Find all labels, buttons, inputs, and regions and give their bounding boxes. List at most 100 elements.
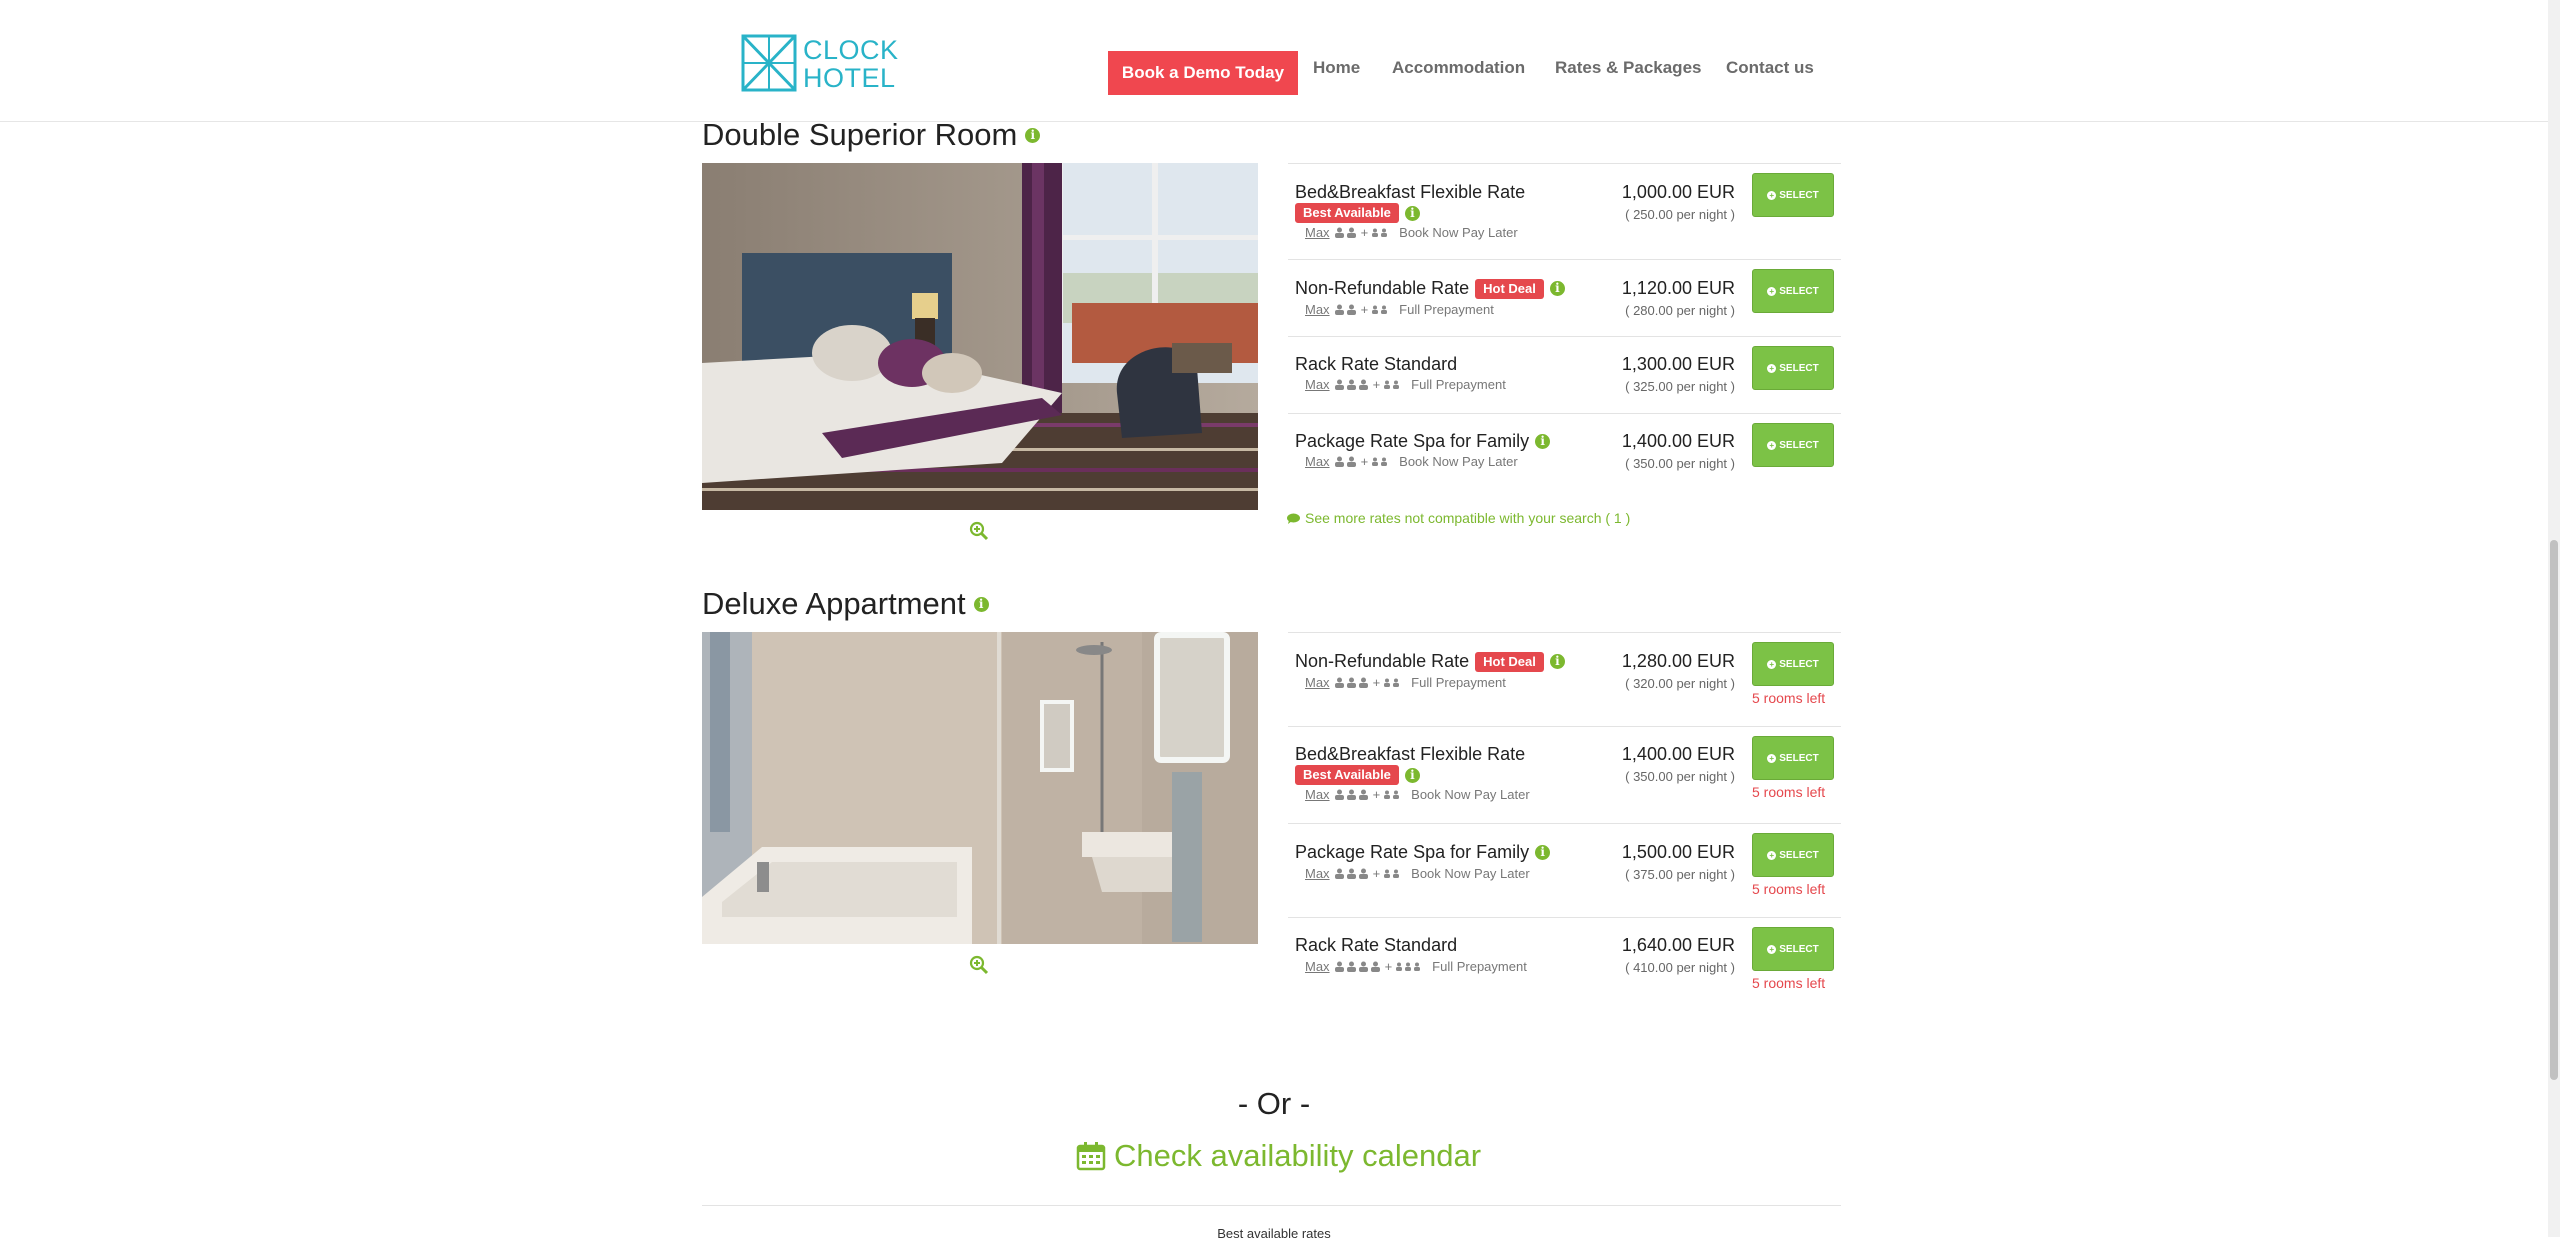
occupancy-info: Max + Book Now Pay Later <box>1305 866 1530 881</box>
total-price: 1,120.00 EUR <box>1621 278 1735 298</box>
rates-table-deluxe-appartment: Non-Refundable Rate Hot Deal i Max + Ful… <box>1288 632 1841 1011</box>
zoom-in-icon[interactable] <box>969 521 989 541</box>
plus-circle-icon: + <box>1767 363 1777 373</box>
rate-name: Package Rate Spa for Family i <box>1295 842 1551 863</box>
per-night-price: ( 350.00 per night ) <box>1625 456 1735 471</box>
child-icon <box>1384 380 1391 389</box>
room-photo-deluxe-appartment[interactable] <box>702 632 1258 944</box>
per-night-price: ( 375.00 per night ) <box>1625 867 1735 882</box>
adult-icon <box>1334 304 1344 315</box>
rate-name: Bed&Breakfast Flexible Rate <box>1295 744 1526 764</box>
select-rate-button[interactable]: + SELECT <box>1752 642 1834 686</box>
child-icon <box>1393 790 1400 799</box>
nav-contact[interactable]: Contact us <box>1726 58 1814 78</box>
adult-icon <box>1358 677 1368 688</box>
info-icon[interactable]: i <box>1549 654 1565 669</box>
adult-icon <box>1358 789 1368 800</box>
child-icon <box>1381 457 1388 466</box>
select-rate-button[interactable]: + SELECT <box>1752 173 1834 217</box>
rate-name: Non-Refundable Rate Hot Deal i <box>1295 278 1565 299</box>
child-icon <box>1381 228 1388 237</box>
room-title-double-superior: Double Superior Room i <box>702 117 1041 153</box>
adult-icon <box>1334 961 1344 972</box>
total-price: 1,400.00 EUR <box>1621 744 1735 764</box>
occupancy-info: Max + Full Prepayment <box>1305 377 1506 392</box>
calendar-icon <box>1076 1142 1106 1171</box>
adult-icon <box>1346 677 1356 688</box>
room-title-text: Double Superior Room <box>702 117 1018 152</box>
nav-home[interactable]: Home <box>1313 58 1360 78</box>
select-rate-button[interactable]: + SELECT <box>1752 423 1834 467</box>
plus-circle-icon: + <box>1767 944 1777 954</box>
plus-circle-icon: + <box>1767 440 1777 450</box>
clock-logo-icon <box>741 34 797 92</box>
per-night-price: ( 280.00 per night ) <box>1625 303 1735 318</box>
select-rate-button[interactable]: + SELECT <box>1752 269 1834 313</box>
per-night-price: ( 320.00 per night ) <box>1625 676 1735 691</box>
info-icon[interactable]: i <box>1535 845 1551 860</box>
total-price: 1,280.00 EUR <box>1621 651 1735 671</box>
hotel-logo[interactable]: CLOCK HOTEL <box>741 34 898 94</box>
adult-icon <box>1370 961 1380 972</box>
adult-icon <box>1334 456 1344 467</box>
info-icon[interactable]: i <box>1549 281 1565 296</box>
nav-accommodation[interactable]: Accommodation <box>1392 58 1525 78</box>
select-rate-button[interactable]: + SELECT <box>1752 927 1834 971</box>
see-more-rates-link[interactable]: See more rates not compatible with your … <box>1287 510 1630 526</box>
rate-badges: Best Available i <box>1295 203 1420 223</box>
occupancy-info: Max + Book Now Pay Later <box>1305 225 1518 240</box>
rooms-left-notice: 5 rooms left <box>1752 690 1826 706</box>
occupancy-info: Max + Book Now Pay Later <box>1305 787 1530 802</box>
adult-icon <box>1346 868 1356 879</box>
adult-icon <box>1346 379 1356 390</box>
adult-icon <box>1334 227 1344 238</box>
info-icon[interactable]: i <box>1535 434 1551 449</box>
best-available-rates-heading: Best available rates <box>1217 1226 1331 1241</box>
child-icon <box>1372 305 1379 314</box>
child-icon <box>1372 457 1379 466</box>
select-rate-button[interactable]: + SELECT <box>1752 346 1834 390</box>
scrollbar-thumb[interactable] <box>2550 540 2558 1080</box>
rate-row: Bed&Breakfast Flexible Rate Best Availab… <box>1288 727 1841 824</box>
child-icon <box>1393 380 1400 389</box>
zoom-in-icon[interactable] <box>969 955 989 975</box>
adult-icon <box>1334 677 1344 688</box>
rooms-left-notice: 5 rooms left <box>1752 881 1826 897</box>
info-icon[interactable]: i <box>1025 127 1041 143</box>
adult-icon <box>1334 379 1344 390</box>
check-availability-calendar-link[interactable]: Check availability calendar <box>1076 1138 1481 1174</box>
room-title-deluxe-appartment: Deluxe Appartment i <box>702 586 989 622</box>
select-rate-button[interactable]: + SELECT <box>1752 736 1834 780</box>
occupancy-info: Max + Full Prepayment <box>1305 675 1506 690</box>
rates-table-double-superior: Bed&Breakfast Flexible Rate Best Availab… <box>1288 163 1841 490</box>
nav-rates-packages[interactable]: Rates & Packages <box>1555 58 1701 78</box>
rate-row: Rack Rate Standard Max + Full Prepayment… <box>1288 337 1841 414</box>
adult-icon <box>1358 868 1368 879</box>
adult-icon <box>1346 304 1356 315</box>
total-price: 1,000.00 EUR <box>1621 182 1735 202</box>
adult-icon <box>1346 227 1356 238</box>
child-icon <box>1393 678 1400 687</box>
room-photo-double-superior[interactable] <box>702 163 1258 510</box>
rooms-left-notice: 5 rooms left <box>1752 784 1826 800</box>
plus-circle-icon: + <box>1767 190 1777 200</box>
select-rate-button[interactable]: + SELECT <box>1752 833 1834 877</box>
adult-icon <box>1346 789 1356 800</box>
info-icon[interactable]: i <box>1404 767 1420 783</box>
or-separator: - Or - <box>1237 1086 1311 1121</box>
plus-circle-icon: + <box>1767 286 1777 296</box>
plus-circle-icon: + <box>1767 659 1777 669</box>
info-icon[interactable]: i <box>1404 205 1420 221</box>
rate-row: Rack Rate Standard Max + Full Prepayment… <box>1288 918 1841 1011</box>
adult-icon <box>1346 456 1356 467</box>
book-demo-button[interactable]: Book a Demo Today <box>1108 51 1298 95</box>
rate-row: Non-Refundable Rate Hot Deal i Max + Ful… <box>1288 260 1841 337</box>
info-icon[interactable]: i <box>973 596 989 612</box>
hot-deal-badge: Hot Deal <box>1475 651 1544 672</box>
plus-circle-icon: + <box>1767 850 1777 860</box>
page-scrollbar[interactable] <box>2548 0 2560 1237</box>
per-night-price: ( 325.00 per night ) <box>1625 379 1735 394</box>
child-icon <box>1414 962 1421 971</box>
best-available-badge: Best Available <box>1295 203 1399 223</box>
child-icon <box>1384 790 1391 799</box>
